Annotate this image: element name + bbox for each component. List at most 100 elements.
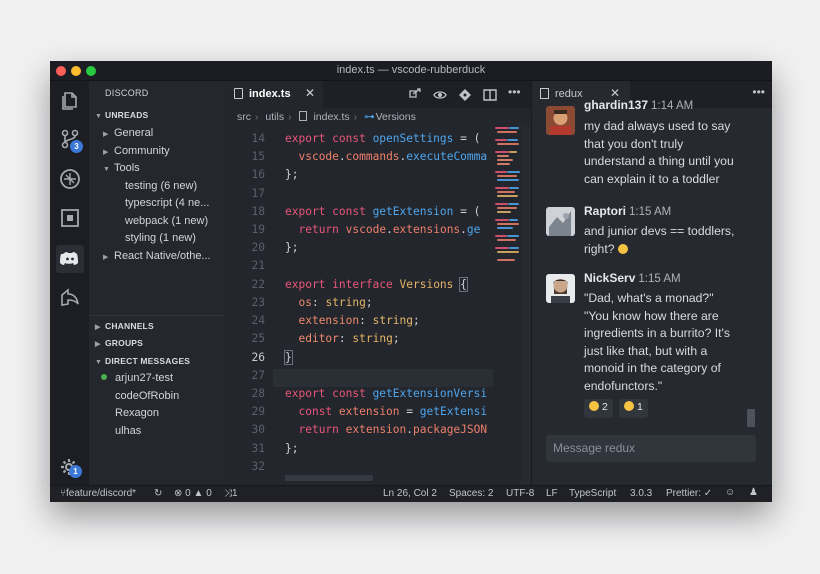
avatar[interactable]: [546, 106, 575, 135]
ts-version[interactable]: 3.0.3: [630, 488, 652, 499]
debug-icon[interactable]: [59, 168, 81, 190]
encoding[interactable]: UTF-8: [506, 488, 534, 499]
direct-messages-section[interactable]: ▼ DIRECT MESSAGES: [95, 356, 190, 366]
breadcrumb-src[interactable]: src: [237, 111, 251, 123]
message-author[interactable]: Raptori: [584, 204, 626, 218]
message-text: endofunctors.": [584, 378, 663, 393]
message-header: ghardin137 1:14 AM: [584, 98, 693, 112]
groups-section[interactable]: ▶ GROUPS: [95, 338, 143, 348]
channel-styling[interactable]: styling (1 new): [125, 232, 196, 244]
line-number: 17: [251, 187, 265, 200]
minimap[interactable]: [495, 125, 521, 270]
chevron-right-icon: ›: [353, 111, 358, 123]
line-number: 28: [251, 387, 265, 400]
channel-webpack[interactable]: webpack (1 new): [125, 215, 208, 227]
sync-icon[interactable]: ↻: [154, 488, 162, 499]
more-actions-icon[interactable]: •••: [508, 85, 522, 99]
code-line: };: [285, 442, 299, 455]
message-input[interactable]: Message redux: [546, 435, 756, 462]
online-status-dot: [101, 374, 107, 380]
dm-ulhas[interactable]: ulhas: [115, 425, 141, 437]
line-number: 20: [251, 241, 265, 254]
language-mode[interactable]: TypeScript: [569, 488, 616, 499]
channel-community[interactable]: ▶ Community: [103, 145, 170, 157]
prettier-status[interactable]: Prettier: ✓: [666, 488, 712, 499]
code-line: }: [284, 350, 293, 365]
line-number: 22: [251, 278, 265, 291]
smiley-feedback-icon[interactable]: ☺: [725, 487, 735, 498]
channels-section[interactable]: ▶ CHANNELS: [95, 321, 154, 331]
message-body: "Dad, what's a monad?" "You know how the…: [584, 290, 760, 395]
git-compare-icon[interactable]: [458, 88, 472, 102]
channel-react-native[interactable]: ▶ React Native/othe...: [103, 250, 211, 262]
line-number: 27: [251, 369, 265, 382]
more-actions-icon[interactable]: •••: [752, 85, 765, 99]
code-line: editor: string;: [298, 332, 400, 345]
file-icon: [234, 88, 243, 99]
reaction-laughing[interactable]: 2: [584, 399, 613, 418]
problems-indicator[interactable]: ⊗ 0 ▲ 0: [174, 488, 212, 499]
preview-eye-icon[interactable]: [433, 88, 447, 102]
message-time: 1:15 AM: [629, 206, 672, 218]
breadcrumb-utils[interactable]: utils: [265, 111, 284, 123]
share-icon[interactable]: [59, 286, 81, 308]
channel-label: Tools: [114, 162, 140, 174]
bell-icon[interactable]: ♟: [749, 487, 758, 498]
discord-icon[interactable]: [56, 245, 84, 273]
current-line-highlight: [273, 369, 493, 387]
channel-general[interactable]: ▶ General: [103, 127, 153, 139]
editor-horizontal-scrollbar[interactable]: [285, 475, 373, 481]
line-number: 32: [251, 460, 265, 473]
channel-typescript[interactable]: typescript (4 ne...: [125, 197, 209, 209]
files-icon[interactable]: [59, 89, 81, 111]
dm-codeofrobin[interactable]: codeOfRobin: [115, 390, 179, 402]
split-editor-icon[interactable]: [483, 88, 497, 102]
gear-icon[interactable]: 1: [59, 457, 82, 479]
end-of-line[interactable]: LF: [546, 488, 558, 499]
editor-vertical-scrollbar[interactable]: [521, 125, 530, 485]
message-body: my dad always used to say that you don't…: [584, 118, 760, 188]
live-share-indicator[interactable]: ⤨1: [224, 488, 238, 499]
message-text: that you don't truly: [584, 136, 684, 151]
chat-message: NickServ 1:15 AM "Dad, what's a monad?" "…: [546, 271, 756, 411]
breadcrumb-symbol[interactable]: Versions: [376, 111, 416, 123]
code-area[interactable]: 13 14 15 16 17 18 19 20 21 22 23 24 25 2…: [225, 125, 531, 485]
chevron-down-icon: ▼: [95, 113, 103, 120]
chevron-right-icon: ›: [255, 111, 259, 123]
code-line: return extension.packageJSON: [298, 423, 488, 436]
reaction-count: 1: [637, 401, 643, 413]
avatar[interactable]: [546, 207, 575, 236]
close-tab-button[interactable]: ✕: [305, 86, 315, 100]
message-header: NickServ 1:15 AM: [584, 271, 681, 285]
branch-indicator[interactable]: ⑂feature/discord*: [60, 488, 136, 499]
thinking-emoji-icon: [617, 243, 628, 254]
message-author[interactable]: NickServ: [584, 271, 635, 285]
message-text: ingredients in a burrito? It's: [584, 326, 730, 340]
dm-rexagon[interactable]: Rexagon: [115, 407, 159, 419]
cursor-position[interactable]: Ln 26, Col 2: [383, 488, 437, 499]
unreads-section[interactable]: ▼ UNREADS: [95, 110, 148, 120]
message-author[interactable]: ghardin137: [584, 98, 648, 112]
extensions-icon[interactable]: [59, 207, 81, 229]
open-changes-icon[interactable]: [408, 88, 422, 102]
reaction-grin[interactable]: 1: [619, 399, 648, 418]
code-line: export const getExtension = (: [285, 205, 481, 218]
code-line: extension: string;: [298, 314, 420, 327]
merge-icon: ⤨: [224, 488, 232, 499]
breadcrumb-file[interactable]: index.ts: [313, 111, 349, 123]
source-control-icon[interactable]: 3: [59, 128, 83, 153]
sidebar-title: DISCORD: [105, 88, 149, 98]
line-number: 18: [251, 205, 265, 218]
chat-scrollbar[interactable]: [747, 409, 755, 427]
chevron-right-icon: ▶: [95, 341, 101, 348]
line-number: 14: [251, 132, 265, 145]
tab-index-ts[interactable]: index.ts ✕: [225, 81, 323, 108]
indentation[interactable]: Spaces: 2: [449, 488, 493, 499]
channel-testing[interactable]: testing (6 new): [125, 180, 197, 192]
line-number: 24: [251, 314, 265, 327]
section-label: GROUPS: [105, 338, 144, 348]
laughing-emoji-icon: [589, 401, 599, 411]
dm-arjun27-test[interactable]: arjun27-test: [101, 372, 173, 384]
channel-tools[interactable]: ▼ Tools: [103, 162, 140, 174]
avatar[interactable]: [546, 274, 575, 303]
